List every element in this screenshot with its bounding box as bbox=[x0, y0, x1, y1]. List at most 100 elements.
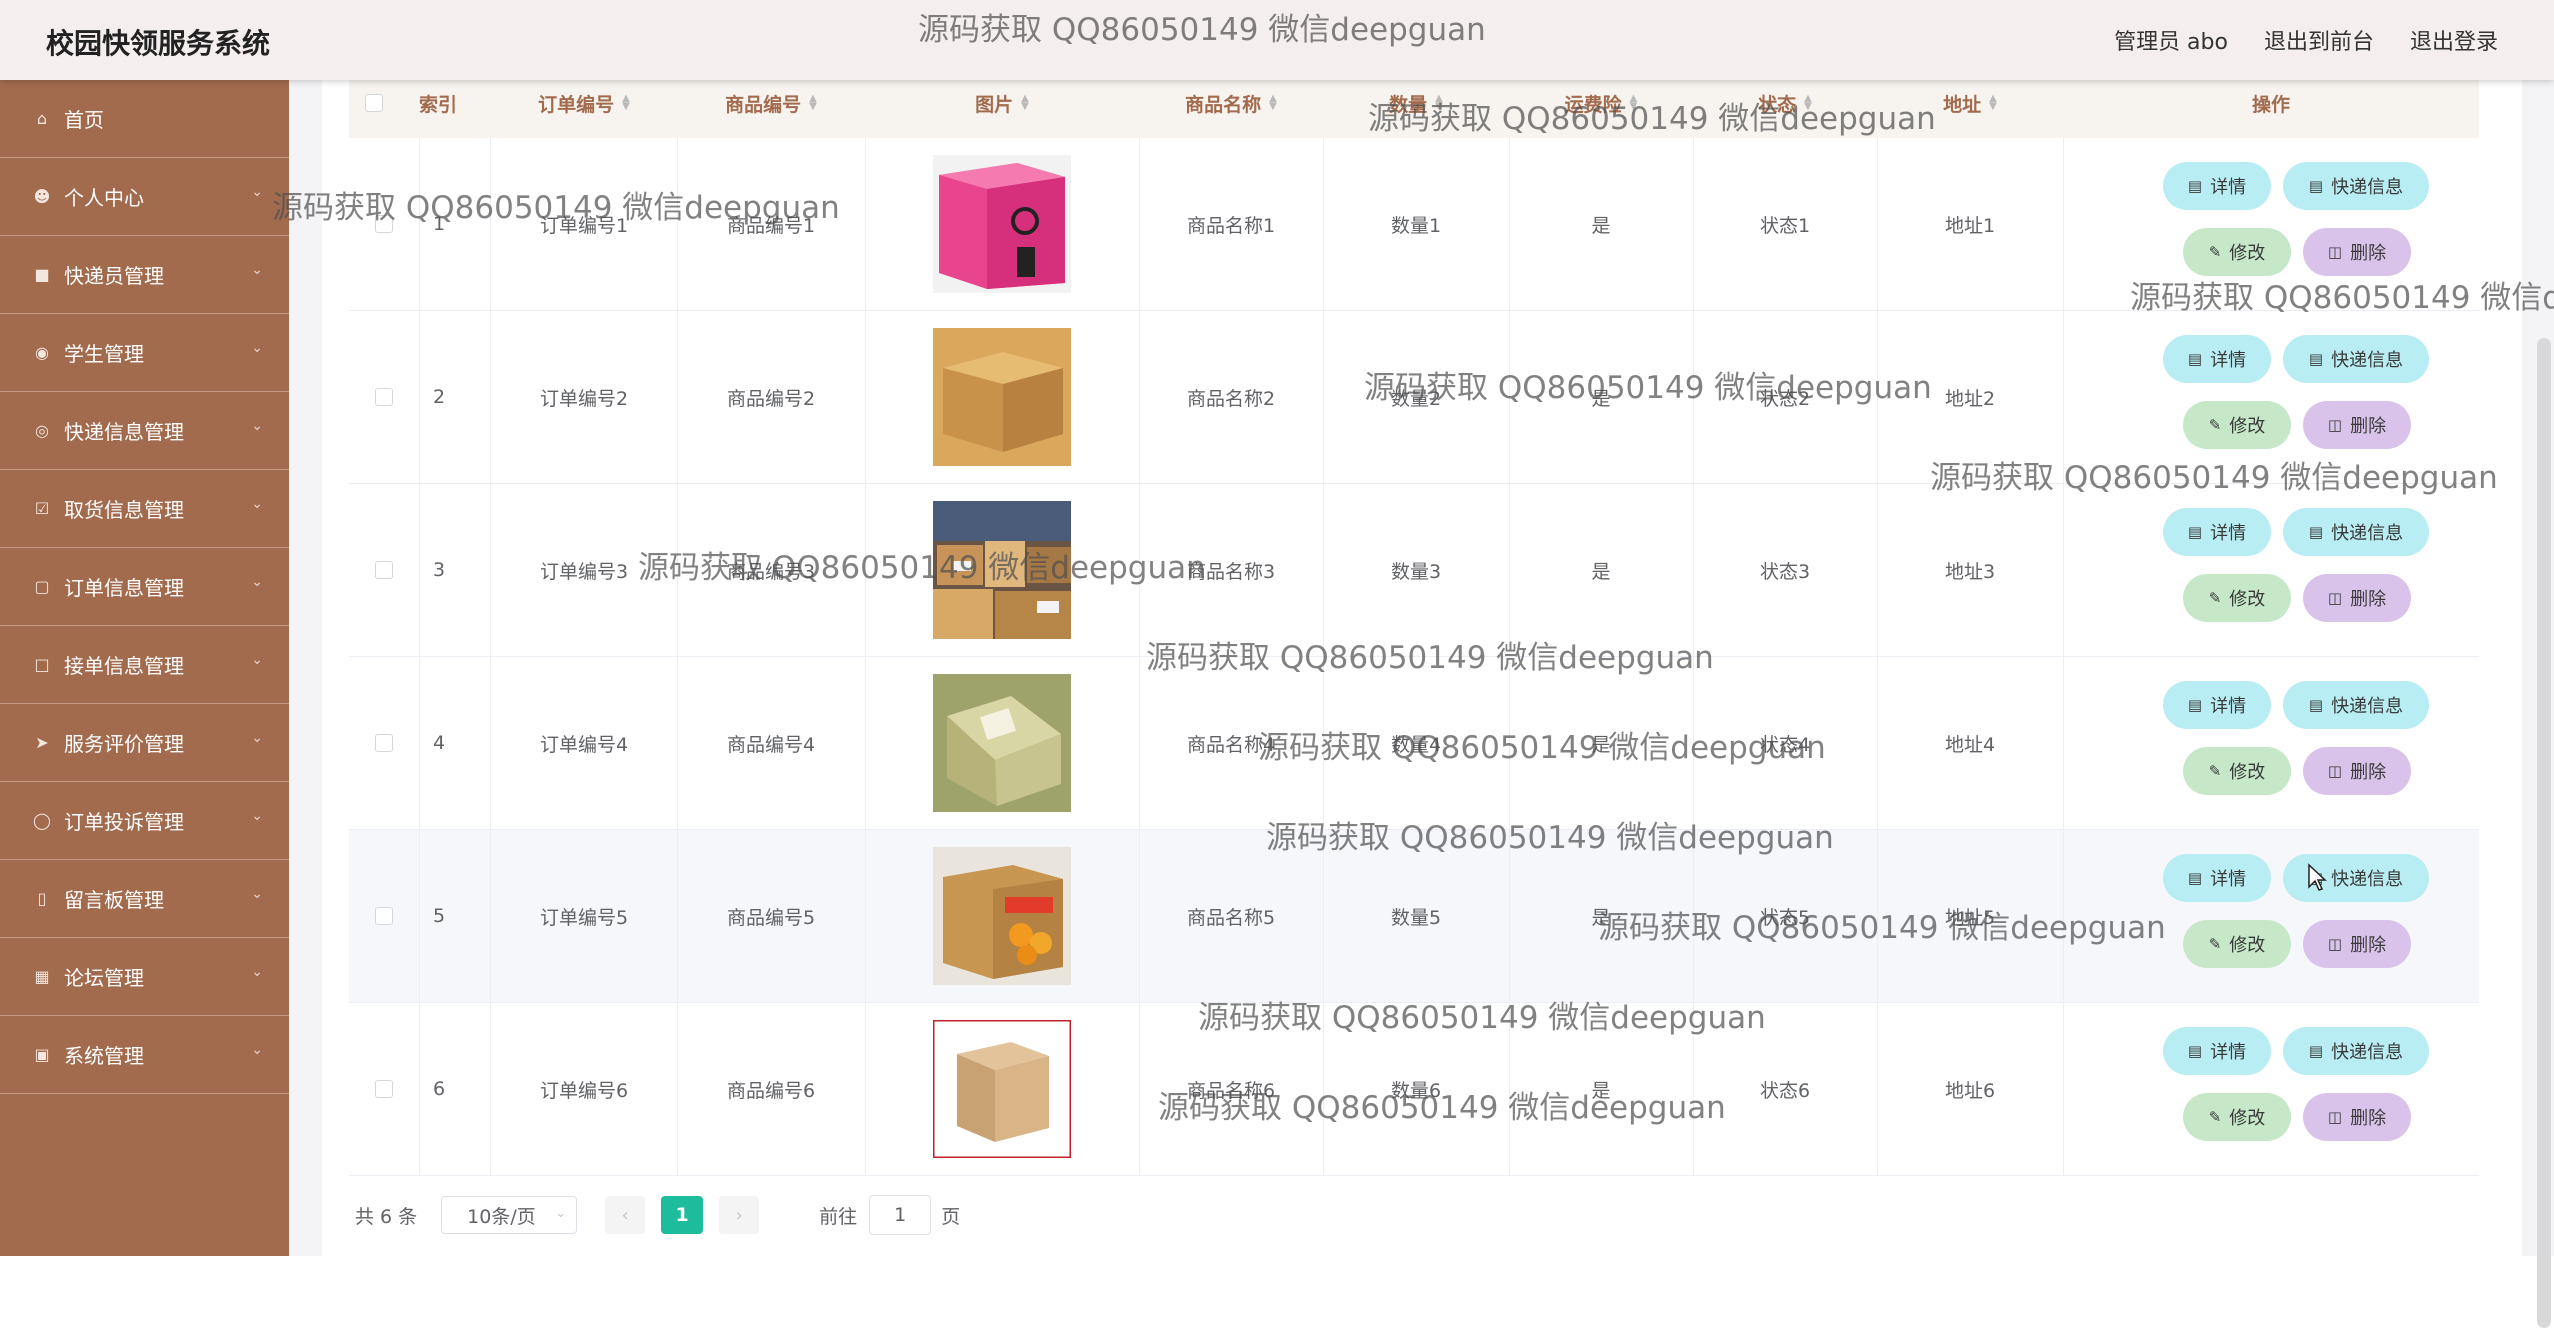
sidebar-item[interactable]: ▯ 留言板管理 ⌄ bbox=[0, 860, 289, 938]
sidebar-item[interactable]: ▦ 论坛管理 ⌄ bbox=[0, 938, 289, 1016]
row-checkbox-cell[interactable] bbox=[349, 1003, 420, 1175]
delete-button[interactable]: ◫ 删除 bbox=[2303, 1093, 2411, 1141]
delete-button[interactable]: ◫ 删除 bbox=[2303, 228, 2411, 276]
column-header[interactable]: 订单编号 ▲ ▼ bbox=[491, 90, 677, 116]
edit-button[interactable]: ✎ 修改 bbox=[2183, 1093, 2291, 1141]
sidebar-item-label: 快递员管理 bbox=[64, 264, 164, 288]
product-image[interactable] bbox=[933, 847, 1071, 985]
table-header: 索引 订单编号 ▲ ▼ 商品编号 ▲ ▼ 图片 ▲ ▼ 商品名称 ▲ ▼ 数量 ▲ ▼ 运费险 ▲ ▼ 状态 ▲ ▼ 地址 ▲… bbox=[349, 80, 2479, 139]
detail-button[interactable]: ▤ 详情 bbox=[2163, 335, 2271, 383]
edit-button[interactable]: ✎ 修改 bbox=[2183, 920, 2291, 968]
goto-page-input[interactable]: 1 bbox=[869, 1195, 932, 1235]
detail-button[interactable]: ▤ 详情 bbox=[2163, 681, 2271, 729]
cell-status: 状态3 bbox=[1693, 484, 1878, 656]
top-header: 校园快领服务系统 管理员 abo 退出到前台 退出登录 bbox=[0, 0, 2554, 80]
row-checkbox[interactable] bbox=[375, 734, 393, 752]
column-header[interactable]: 商品编号 ▲ ▼ bbox=[677, 90, 865, 116]
product-image[interactable] bbox=[933, 155, 1071, 293]
compass-icon: ◎ bbox=[35, 421, 49, 440]
delete-button[interactable]: ◫ 删除 bbox=[2303, 401, 2411, 449]
column-header[interactable]: 商品名称 ▲ ▼ bbox=[1139, 90, 1323, 116]
express-info-button[interactable]: ▤快递信息 bbox=[2283, 335, 2429, 383]
cell-address: 地址4 bbox=[1877, 657, 2064, 829]
document-icon: ▤ bbox=[2187, 350, 2203, 368]
delete-button[interactable]: ◫ 删除 bbox=[2303, 574, 2411, 622]
column-header[interactable]: 地址 ▲ ▼ bbox=[1877, 90, 2063, 116]
row-checkbox[interactable] bbox=[375, 1080, 393, 1098]
column-header[interactable]: 数量 ▲ ▼ bbox=[1323, 90, 1509, 116]
prev-page-button[interactable]: ‹ bbox=[605, 1196, 646, 1234]
column-header[interactable]: 索引 bbox=[419, 90, 491, 116]
express-info-button[interactable]: ▤快递信息 bbox=[2283, 508, 2429, 556]
exit-to-front-link[interactable]: 退出到前台 bbox=[2264, 24, 2374, 56]
sidebar-item[interactable]: ■ 快递员管理 ⌄ bbox=[0, 236, 289, 314]
logout-link[interactable]: 退出登录 bbox=[2410, 24, 2498, 56]
detail-button-label: 详情 bbox=[2210, 696, 2247, 717]
sidebar-item[interactable]: ▢ 订单信息管理 ⌄ bbox=[0, 548, 289, 626]
pencil-icon: ✎ bbox=[2208, 1108, 2222, 1126]
express-info-button[interactable]: ▤快递信息 bbox=[2283, 854, 2429, 902]
table-row: 3 订单编号3 商品编号3 商品名称3 数量3 是状态3 地址3 ▤ 详情 ▤ 快递信息 ✎ 修改 ◫ 删除 bbox=[349, 484, 2479, 657]
product-image[interactable] bbox=[933, 1020, 1071, 1158]
chevron-down-icon: ⌄ bbox=[251, 964, 263, 980]
detail-button[interactable]: ▤ 详情 bbox=[2163, 854, 2271, 902]
column-header-label: 操作 bbox=[2251, 93, 2290, 116]
chevron-down-icon: ⌄ bbox=[251, 730, 263, 746]
sidebar-item[interactable]: ☑ 取货信息管理 ⌄ bbox=[0, 470, 289, 548]
edit-button[interactable]: ✎ 修改 bbox=[2183, 747, 2291, 795]
cell-insurance: 是 bbox=[1509, 311, 1694, 483]
edit-button[interactable]: ✎ 修改 bbox=[2183, 574, 2291, 622]
row-checkbox[interactable] bbox=[375, 907, 393, 925]
sidebar-item[interactable]: ◯ 订单投诉管理 ⌄ bbox=[0, 782, 289, 860]
sidebar-item[interactable]: ◉ 学生管理 ⌄ bbox=[0, 314, 289, 392]
delete-button[interactable]: ◫ 删除 bbox=[2303, 920, 2411, 968]
delete-button[interactable]: ◫ 删除 bbox=[2303, 747, 2411, 795]
cell-address: 地址2 bbox=[1877, 311, 2064, 483]
student-icon: ◉ bbox=[35, 343, 49, 362]
delete-button-label: 删除 bbox=[2350, 1108, 2387, 1129]
detail-button[interactable]: ▤ 详情 bbox=[2163, 1027, 2271, 1075]
product-image[interactable] bbox=[933, 501, 1071, 639]
column-header[interactable]: 运费险 ▲ ▼ bbox=[1509, 90, 1693, 116]
vertical-scrollbar[interactable] bbox=[2534, 80, 2554, 1328]
edit-button[interactable]: ✎ 修改 bbox=[2183, 228, 2291, 276]
product-image[interactable] bbox=[933, 328, 1071, 466]
sidebar-item[interactable]: ☻ 个人中心 ⌄ bbox=[0, 158, 289, 236]
cell-index: 6 bbox=[419, 1003, 491, 1175]
select-all-checkbox[interactable] bbox=[362, 90, 386, 116]
sidebar-item[interactable]: □ 接单信息管理 ⌄ bbox=[0, 626, 289, 704]
page-size-select[interactable]: 10条/页 ⌄ bbox=[441, 1196, 578, 1234]
user-icon: ☻ bbox=[33, 187, 51, 206]
row-checkbox-cell[interactable] bbox=[349, 311, 420, 483]
next-page-button[interactable]: › bbox=[719, 1196, 760, 1234]
edit-button[interactable]: ✎ 修改 bbox=[2183, 401, 2291, 449]
delete-button-label: 删除 bbox=[2350, 416, 2387, 437]
sidebar-item[interactable]: ➤ 服务评价管理 ⌄ bbox=[0, 704, 289, 782]
column-header[interactable]: 状态 ▲ ▼ bbox=[1693, 90, 1877, 116]
cell-goods-no: 商品编号2 bbox=[677, 311, 866, 483]
column-header-label: 数量 bbox=[1389, 93, 1428, 116]
trash-icon: ◫ bbox=[2327, 935, 2343, 953]
express-info-button[interactable]: ▤快递信息 bbox=[2283, 162, 2429, 210]
detail-button[interactable]: ▤ 详情 bbox=[2163, 162, 2271, 210]
column-header[interactable]: 图片 ▲ ▼ bbox=[865, 90, 1139, 116]
sidebar-item[interactable]: ⌂ 首页 bbox=[0, 80, 289, 158]
row-checkbox[interactable] bbox=[375, 561, 393, 579]
cell-status: 状态6 bbox=[1693, 1003, 1878, 1175]
sidebar-item[interactable]: ◎ 快递信息管理 ⌄ bbox=[0, 392, 289, 470]
document-icon: ▤ bbox=[2308, 177, 2324, 195]
express-info-button[interactable]: ▤快递信息 bbox=[2283, 681, 2429, 729]
row-checkbox[interactable] bbox=[375, 215, 393, 233]
chevron-down-icon: ⌄ bbox=[251, 262, 263, 278]
product-image[interactable] bbox=[933, 674, 1071, 812]
express-info-button[interactable]: ▤快递信息 bbox=[2283, 1027, 2429, 1075]
row-checkbox-cell[interactable] bbox=[349, 830, 420, 1002]
row-checkbox-cell[interactable] bbox=[349, 657, 420, 829]
detail-button[interactable]: ▤ 详情 bbox=[2163, 508, 2271, 556]
sidebar-item[interactable]: ▣ 系统管理 ⌄ bbox=[0, 1016, 289, 1094]
row-checkbox-cell[interactable] bbox=[349, 138, 420, 310]
row-checkbox[interactable] bbox=[375, 388, 393, 406]
scrollbar-thumb[interactable] bbox=[2537, 338, 2551, 1328]
row-checkbox-cell[interactable] bbox=[349, 484, 420, 656]
page-number-1[interactable]: 1 bbox=[661, 1196, 704, 1234]
